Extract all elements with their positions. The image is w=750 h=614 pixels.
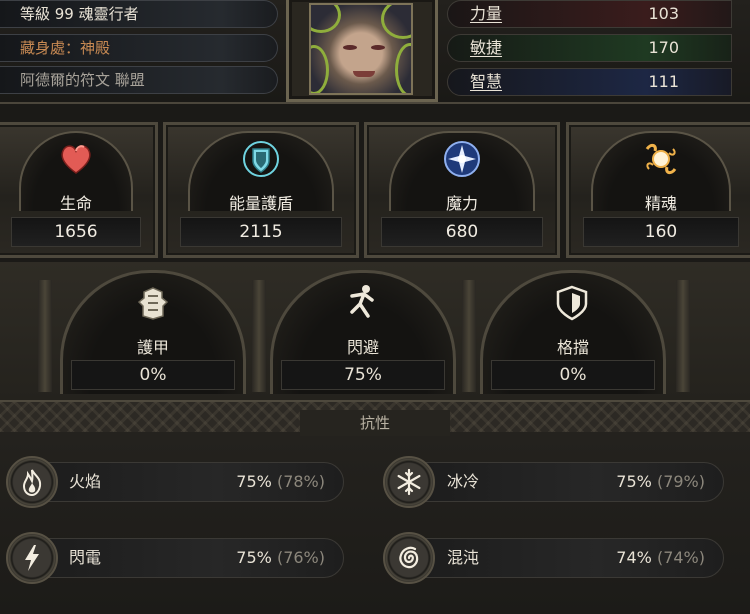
stone-pillar xyxy=(462,280,476,392)
stat-life-label: 生命 xyxy=(59,194,92,213)
snake-hair-decoration xyxy=(381,5,411,39)
stat-spirit-panel[interactable]: 精魂 160 xyxy=(566,122,750,258)
attribute-strength-label[interactable]: 力量 xyxy=(470,1,502,27)
heart-icon xyxy=(54,137,98,181)
stat-spirit-label: 精魂 xyxy=(644,194,677,213)
cold-icon xyxy=(383,456,435,508)
resistance-fire-current: 75% xyxy=(236,472,272,491)
stat-mana-value: 680 xyxy=(381,217,543,247)
defence-block-value: 0% xyxy=(491,360,655,390)
resistance-lightning-max: (76%) xyxy=(276,548,325,567)
resistance-cold-label: 冰冷 xyxy=(447,472,480,491)
stat-energy-shield-value: 2115 xyxy=(180,217,342,247)
stat-spirit-value: 160 xyxy=(583,217,739,247)
character-league: 阿德爾的符文 聯盟 xyxy=(0,66,278,94)
shield-icon xyxy=(239,137,283,181)
resistance-cold-row[interactable]: 冰冷 75% (79%) xyxy=(408,462,724,502)
stat-life-value: 1656 xyxy=(11,217,141,247)
mana-icon xyxy=(440,137,484,181)
attribute-strength-value: 103 xyxy=(648,4,679,23)
fire-icon xyxy=(6,456,58,508)
resistance-chaos-value: 74% (74%) xyxy=(616,539,705,577)
resistance-fire-label: 火焰 xyxy=(69,472,102,491)
resistance-chaos-label: 混沌 xyxy=(447,548,480,567)
resistance-lightning-current: 75% xyxy=(236,548,272,567)
stat-energy-shield-label: 能量護盾 xyxy=(228,194,293,213)
resistance-lightning-row[interactable]: 閃電 75% (76%) xyxy=(30,538,344,578)
stone-pillar xyxy=(676,280,690,392)
attribute-dexterity-label[interactable]: 敏捷 xyxy=(470,35,502,61)
avatar xyxy=(309,3,413,95)
lightning-icon xyxy=(6,532,58,584)
resistance-chaos-max: (74%) xyxy=(656,548,705,567)
defence-block-label: 格擋 xyxy=(556,338,589,357)
stone-pillar xyxy=(38,280,52,392)
resistance-fire-max: (78%) xyxy=(276,472,325,491)
stat-mana-panel[interactable]: 魔力 680 xyxy=(364,122,560,258)
attribute-intelligence-label[interactable]: 智慧 xyxy=(470,69,502,95)
resistances-section xyxy=(0,432,750,614)
spirit-icon xyxy=(639,137,683,181)
defence-armour-label: 護甲 xyxy=(136,338,169,357)
resistance-lightning-label: 閃電 xyxy=(69,548,102,567)
stat-mana-label: 魔力 xyxy=(445,194,478,213)
attribute-strength[interactable]: 力量 103 xyxy=(447,0,732,28)
resistance-cold-max: (79%) xyxy=(656,472,705,491)
character-portrait xyxy=(286,0,438,102)
resistance-chaos-current: 74% xyxy=(616,548,652,567)
defence-evasion-value: 75% xyxy=(281,360,445,390)
attribute-intelligence[interactable]: 智慧 111 xyxy=(447,68,732,96)
portrait-mouth xyxy=(353,71,375,77)
defence-evasion-label: 閃避 xyxy=(346,338,379,357)
evasion-icon xyxy=(340,278,386,324)
resistance-cold-value: 75% (79%) xyxy=(616,463,705,501)
snake-hair-decoration xyxy=(311,5,341,33)
resistance-fire-value: 75% (78%) xyxy=(236,463,325,501)
stat-life-panel[interactable]: 生命 1656 xyxy=(0,122,158,258)
resistance-fire-row[interactable]: 火焰 75% (78%) xyxy=(30,462,344,502)
armour-icon xyxy=(130,280,176,326)
resistances-title: 抗性 xyxy=(300,410,450,436)
attribute-dexterity-value: 170 xyxy=(648,38,679,57)
block-icon xyxy=(549,280,595,326)
snake-hair-decoration xyxy=(395,43,411,93)
attribute-intelligence-value: 111 xyxy=(648,72,679,91)
portrait-eye xyxy=(343,45,357,50)
snake-hair-decoration xyxy=(311,45,329,93)
attribute-dexterity[interactable]: 敏捷 170 xyxy=(447,34,732,62)
resistance-lightning-value: 75% (76%) xyxy=(236,539,325,577)
defence-armour-value: 0% xyxy=(71,360,235,390)
stat-energy-shield-panel[interactable]: 能量護盾 2115 xyxy=(163,122,359,258)
character-level-class: 等級 99 魂靈行者 xyxy=(0,0,278,28)
stone-pillar xyxy=(252,280,266,392)
resistance-chaos-row[interactable]: 混沌 74% (74%) xyxy=(408,538,724,578)
portrait-eye xyxy=(371,45,385,50)
resistance-cold-current: 75% xyxy=(616,472,652,491)
character-hideout[interactable]: 藏身處：神殿 xyxy=(0,34,278,62)
chaos-icon xyxy=(383,532,435,584)
